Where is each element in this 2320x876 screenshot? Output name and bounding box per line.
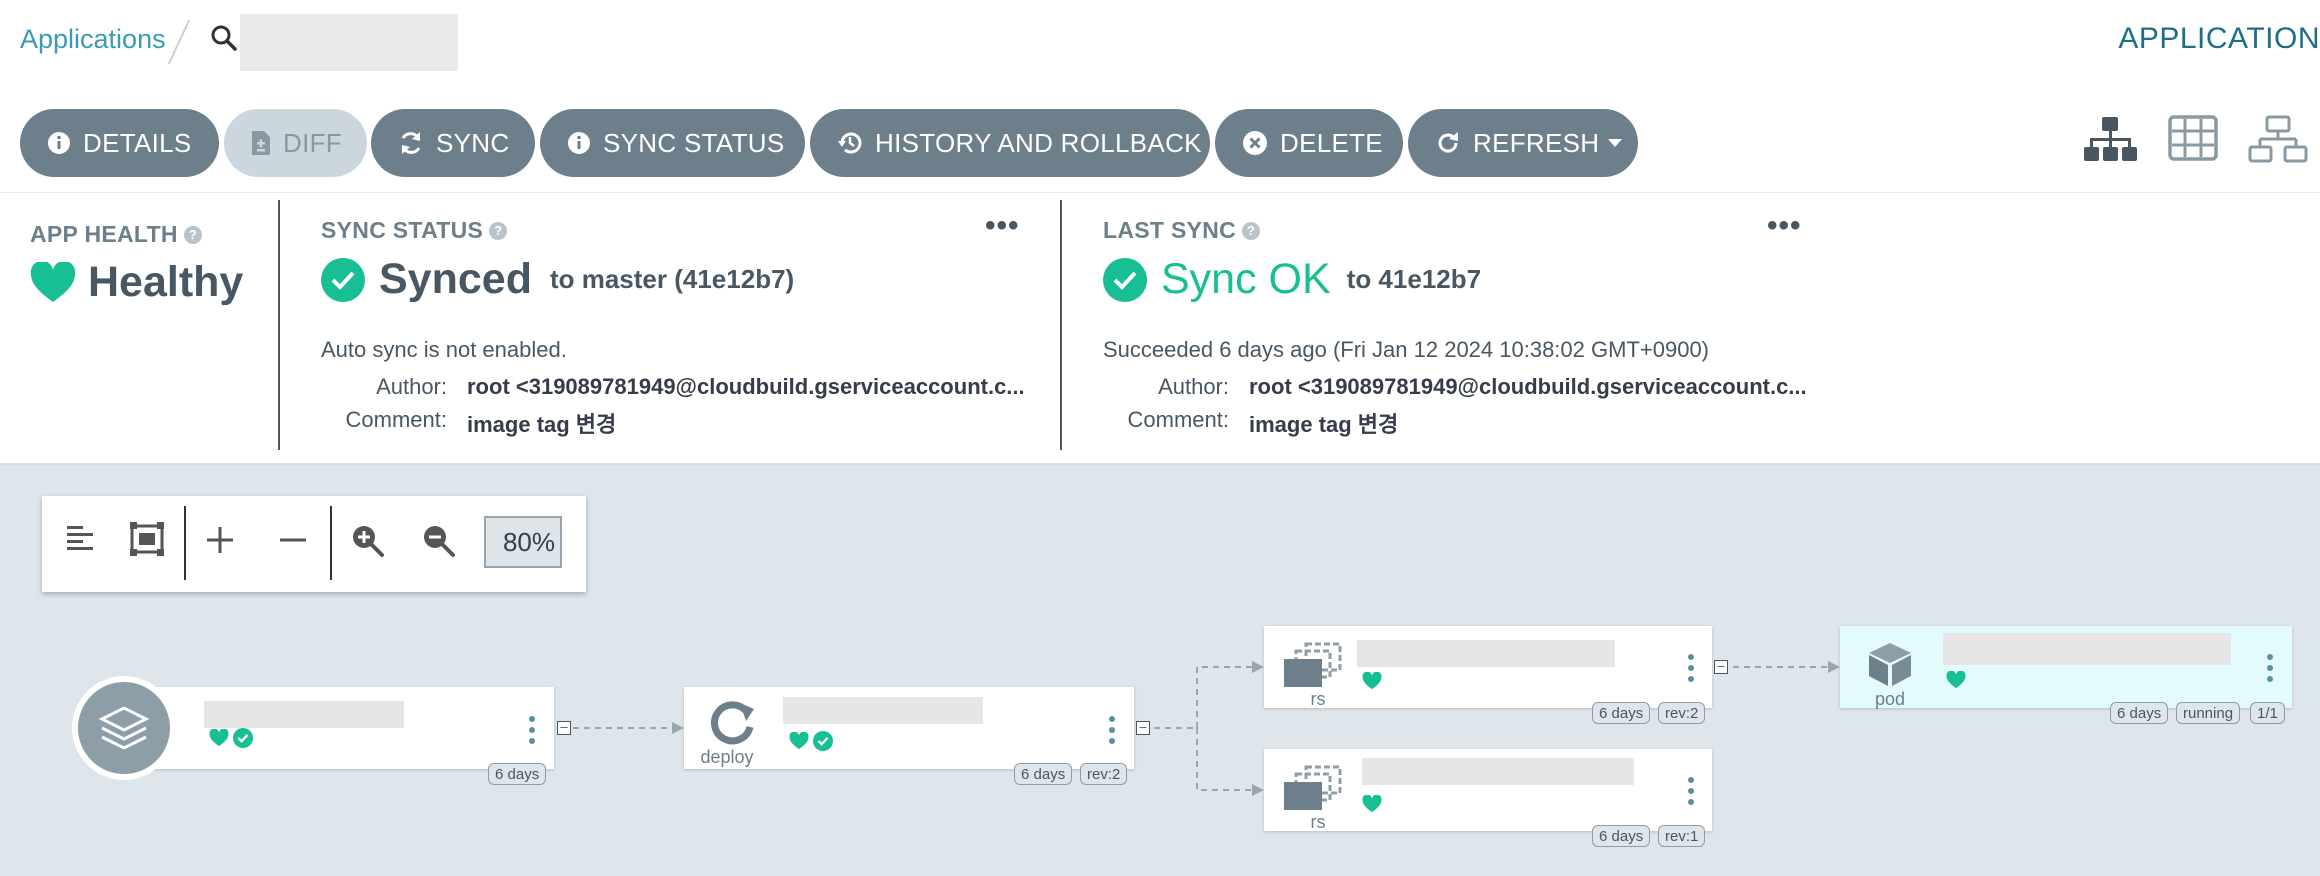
age-tag: 6 days xyxy=(488,763,547,785)
pod-name xyxy=(1943,633,2231,665)
heart-icon xyxy=(209,728,229,752)
kind-label: pod xyxy=(1874,689,1906,709)
node-menu-icon[interactable] xyxy=(529,716,535,749)
node-menu-icon[interactable] xyxy=(1688,654,1694,687)
collapse-toggle[interactable]: – xyxy=(557,720,571,735)
kind-label: deploy xyxy=(700,747,754,767)
replicaset-icon xyxy=(1282,765,1344,816)
replicaset-icon xyxy=(1282,642,1344,693)
deploy-icon xyxy=(706,701,756,752)
align-left-icon[interactable] xyxy=(65,524,95,559)
heart-icon xyxy=(789,731,809,755)
revision-tag: rev:1 xyxy=(1658,825,1706,847)
app-node-icon-ring xyxy=(72,676,176,780)
age-tag: 6 days xyxy=(2110,702,2169,724)
check-circle-icon xyxy=(233,728,253,753)
replicaset-node[interactable]: rs 6 days rev:1 xyxy=(1264,749,1712,847)
deployment-name xyxy=(783,697,983,724)
pod-status-tag: running xyxy=(2176,702,2241,724)
app-node[interactable]: 6 days xyxy=(120,687,554,785)
node-menu-icon[interactable] xyxy=(1688,777,1694,810)
ready-tag: 1/1 xyxy=(2250,702,2285,724)
toolbar-divider xyxy=(330,506,332,580)
heart-icon xyxy=(1946,670,1966,694)
age-tag: 6 days xyxy=(1592,825,1651,847)
zoom-out-icon[interactable] xyxy=(422,524,456,563)
revision-tag: rev:2 xyxy=(1080,763,1128,785)
cube-icon xyxy=(1866,640,1914,693)
expand-plus-icon[interactable] xyxy=(206,526,234,559)
replicaset-node[interactable]: rs 6 days rev:2 xyxy=(1264,626,1712,724)
replicaset-name xyxy=(1357,640,1615,667)
kind-label: rs xyxy=(1310,812,1326,832)
graph-toolbar: 80% xyxy=(42,496,586,592)
fit-to-screen-icon[interactable] xyxy=(130,522,164,561)
revision-tag: rev:2 xyxy=(1658,702,1706,724)
node-menu-icon[interactable] xyxy=(1109,716,1115,749)
pod-node[interactable]: pod 6 days running 1/1 xyxy=(1840,626,2292,724)
toolbar-divider xyxy=(184,506,186,580)
layers-icon xyxy=(78,682,170,774)
app-node-name xyxy=(204,701,404,728)
replicaset-name xyxy=(1362,758,1634,785)
heart-icon xyxy=(1362,794,1382,818)
heart-icon xyxy=(1362,671,1382,695)
kind-label: rs xyxy=(1310,689,1326,709)
age-tag: 6 days xyxy=(1014,763,1073,785)
collapse-minus-icon[interactable] xyxy=(279,526,307,559)
deployment-node[interactable]: deploy 6 days rev:2 xyxy=(684,687,1134,785)
zoom-level-input[interactable]: 80% xyxy=(484,516,562,568)
collapse-toggle[interactable]: – xyxy=(1136,720,1150,735)
age-tag: 6 days xyxy=(1592,702,1651,724)
collapse-toggle[interactable]: – xyxy=(1714,659,1728,674)
check-circle-icon xyxy=(813,731,833,756)
zoom-in-icon[interactable] xyxy=(351,524,385,563)
node-menu-icon[interactable] xyxy=(2267,654,2273,687)
